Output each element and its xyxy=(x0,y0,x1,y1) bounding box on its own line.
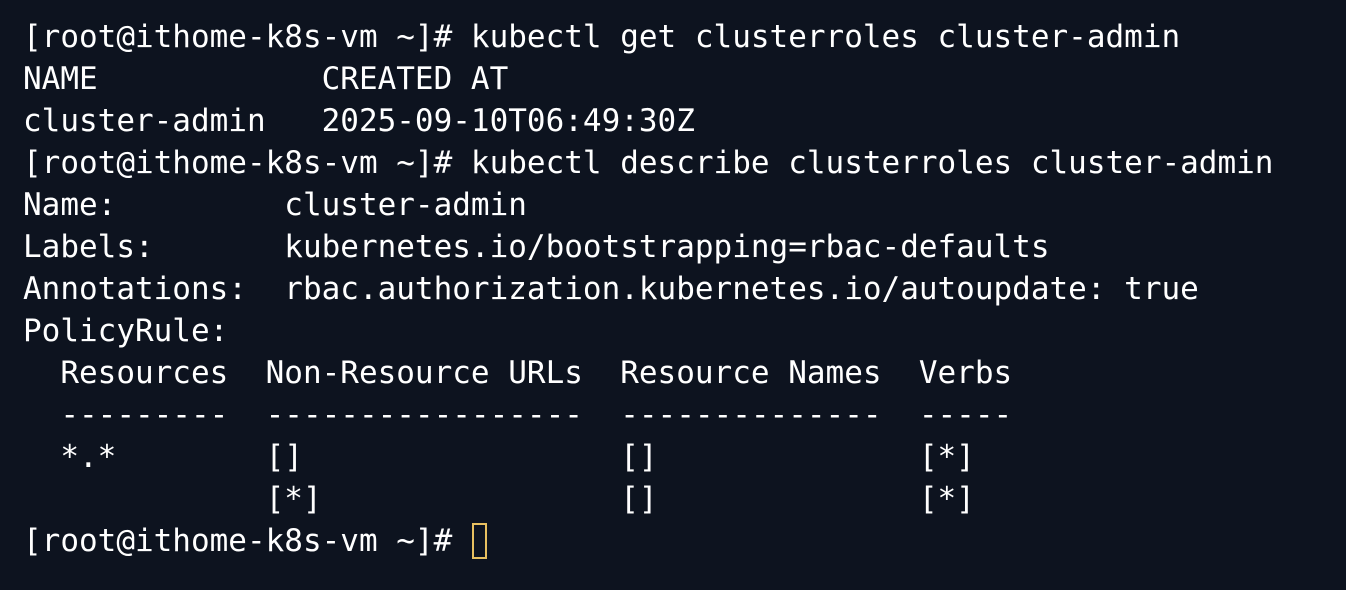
prompt-line[interactable]: [root@ithome-k8s-vm ~]# xyxy=(23,520,1346,562)
text-cursor xyxy=(472,523,488,559)
terminal-window[interactable]: [root@ithome-k8s-vm ~]# kubectl get clus… xyxy=(0,0,1346,590)
get-header-row: NAME CREATED AT xyxy=(23,61,509,97)
describe-labels-row: Labels: kubernetes.io/bootstrapping=rbac… xyxy=(23,229,1050,265)
policy-table-header: Resources Non-Resource URLs Resource Nam… xyxy=(23,355,1013,391)
shell-prompt: [root@ithome-k8s-vm ~]# xyxy=(23,523,453,559)
describe-policyrule-label: PolicyRule: xyxy=(23,313,229,349)
policy-table-separator: --------- ----------------- ------------… xyxy=(23,397,1013,433)
command-line-get: [root@ithome-k8s-vm ~]# kubectl get clus… xyxy=(23,19,1181,55)
command-line-describe: [root@ithome-k8s-vm ~]# kubectl describe… xyxy=(23,145,1274,181)
describe-name-row: Name: cluster-admin xyxy=(23,187,527,223)
get-result-row: cluster-admin 2025-09-10T06:49:30Z xyxy=(23,103,695,139)
policy-table-row: *.* [] [] [*] xyxy=(23,439,975,475)
policy-table-row: [*] [] [*] xyxy=(23,481,975,517)
describe-annotations-row: Annotations: rbac.authorization.kubernet… xyxy=(23,271,1199,307)
